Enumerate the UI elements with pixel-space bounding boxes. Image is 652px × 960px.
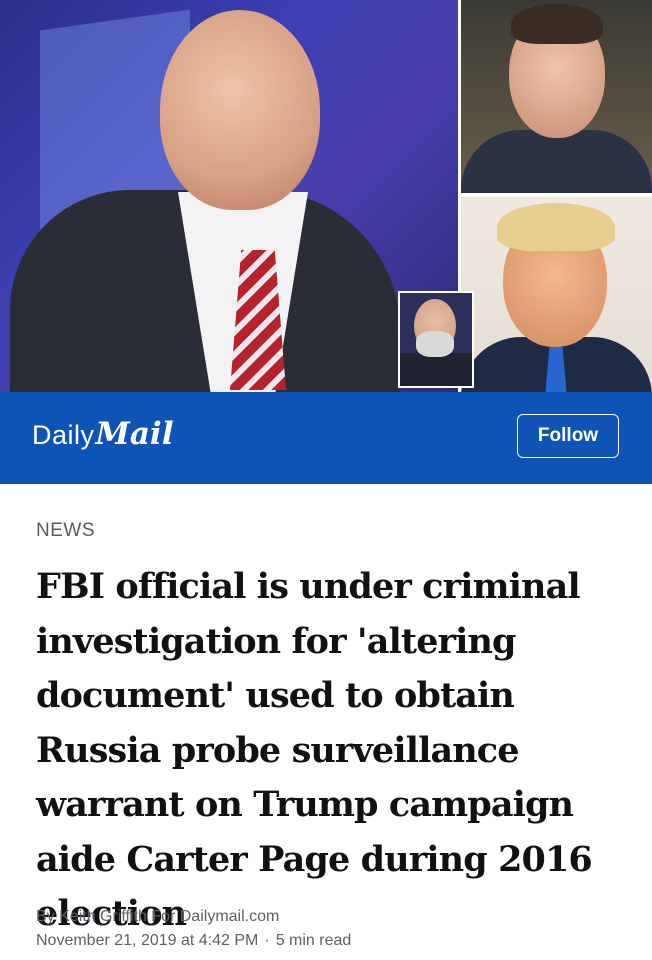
article-meta: November 21, 2019 at 4:42 PM · 5 min read [36, 932, 351, 950]
main-photo [0, 0, 458, 392]
inset-photo [398, 291, 474, 388]
publisher-bar: Daily Mail Follow [0, 392, 652, 484]
top-right-photo [461, 0, 652, 193]
article-hero-image[interactable] [0, 0, 652, 392]
article-headline[interactable]: FBI official is under criminal investiga… [36, 560, 626, 942]
article-byline: By Keith Griffith For Dailymail.com [36, 908, 280, 925]
bottom-right-photo [461, 197, 652, 392]
read-time: 5 min read [275, 932, 352, 949]
publish-date: November 21, 2019 at 4:42 PM [36, 932, 259, 949]
logo-mail: Mail [95, 416, 174, 452]
logo-daily: Daily [32, 420, 95, 450]
follow-button[interactable]: Follow [517, 414, 619, 458]
meta-separator: · [264, 932, 270, 949]
daily-mail-logo[interactable]: Daily Mail [32, 416, 173, 452]
article-category: NEWS [36, 520, 95, 541]
